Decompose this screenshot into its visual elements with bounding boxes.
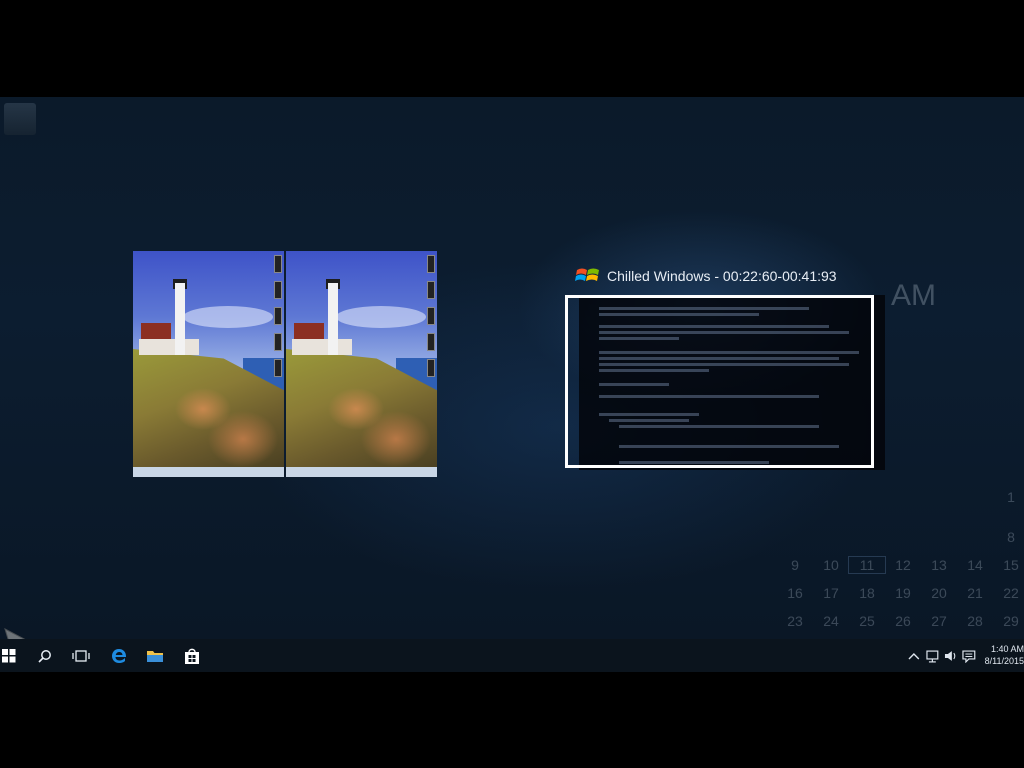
house [292, 339, 352, 355]
calendar-day [921, 489, 957, 505]
window-thumbnails [133, 251, 437, 477]
calendar-day [813, 529, 849, 545]
start-button[interactable] [0, 639, 18, 672]
cloud [336, 306, 426, 328]
mini-taskbar [133, 467, 284, 477]
mouse-cursor-icon [4, 628, 26, 639]
calendar-day: 28 [967, 613, 983, 629]
house [139, 339, 199, 355]
calendar-day: 23 [787, 613, 803, 629]
calendar-day: 24 [823, 613, 839, 629]
calendar-day [849, 489, 885, 505]
calendar-day: 10 [823, 557, 839, 573]
mini-taskbar [286, 467, 437, 477]
letterbox-bottom [0, 672, 1024, 768]
calendar-day: 8 [1007, 529, 1015, 545]
calendar-day: 17 [823, 585, 839, 601]
clock-time: 1:40 AM [990, 644, 1024, 654]
taskbar-clock[interactable]: 1:40 AM 8/11/2015 [980, 643, 1024, 667]
calendar-time: AM [891, 279, 936, 312]
calendar-day: 21 [967, 585, 983, 601]
calendar-day: 13 [931, 557, 947, 573]
calendar-day: 12 [895, 557, 911, 573]
selected-window-title: Chilled Windows - 00:22:60-00:41:93 [607, 268, 837, 284]
calendar-day: 19 [895, 585, 911, 601]
calendar-day: 15 [1003, 557, 1019, 573]
calendar-grid: 1 8 9 10 11 12 13 14 15 16 17 18 19 20 21 22 23 24 25 26 27 2… [777, 489, 1024, 639]
clock-date: 8/11/2015 [984, 656, 1024, 666]
lighthouse [175, 283, 185, 355]
search-icon [38, 649, 51, 663]
calendar-day [885, 489, 921, 505]
calendar-day: 27 [931, 613, 947, 629]
selection-frame [565, 295, 874, 468]
calendar-day [777, 529, 813, 545]
edge-browser-icon [112, 648, 127, 663]
taskbar: 1:40 AM 8/11/2015 [0, 639, 1024, 672]
volume-icon[interactable] [943, 649, 959, 663]
desktop-icons [427, 251, 435, 391]
windows-logo-icon [575, 268, 599, 281]
action-center-icon[interactable] [961, 649, 977, 663]
network-icon[interactable] [925, 649, 941, 663]
calendar-day [957, 489, 993, 505]
calendar-day: 11 [848, 556, 886, 574]
cloud [183, 306, 273, 328]
calendar-day: 29 [1003, 613, 1019, 629]
calendar-day: 18 [859, 585, 875, 601]
calendar-day: 25 [859, 613, 875, 629]
calendar-day: 9 [791, 557, 799, 573]
windows-start-icon [2, 648, 16, 662]
recycle-bin-icon[interactable] [4, 103, 36, 135]
calendar-day [813, 489, 849, 505]
calendar-day [777, 489, 813, 505]
calendar-day: 20 [931, 585, 947, 601]
window-thumbnail-2[interactable] [286, 251, 437, 477]
store-bag-icon [185, 648, 199, 664]
calendar-day: 26 [895, 613, 911, 629]
task-view-icon [72, 649, 90, 662]
calendar-day [849, 529, 885, 545]
calendar-day [921, 529, 957, 545]
edge-button[interactable] [107, 639, 131, 672]
selected-window-header: Chilled Windows - 00:22:60-00:41:93 [575, 264, 837, 288]
file-explorer-button[interactable] [143, 639, 167, 672]
system-tray [907, 639, 977, 672]
task-view-button[interactable] [69, 639, 93, 672]
chevron-up-icon[interactable] [907, 650, 921, 662]
folder-icon [147, 650, 163, 662]
search-button[interactable] [34, 639, 56, 672]
calendar-day [957, 529, 993, 545]
desktop-icons [274, 251, 282, 391]
calendar-day [885, 529, 921, 545]
window-thumbnail-1[interactable] [133, 251, 284, 477]
letterbox-top [0, 0, 1024, 97]
desktop: AM 1 8 9 10 11 12 13 14 15 16 17 18 19 20 21 22 23 24 25 26… [0, 97, 1024, 639]
calendar-day: 22 [1003, 585, 1019, 601]
calendar-day: 1 [1007, 489, 1015, 505]
lighthouse [328, 283, 338, 355]
calendar-day: 14 [967, 557, 983, 573]
calendar-day: 16 [787, 585, 803, 601]
store-button[interactable] [180, 639, 204, 672]
